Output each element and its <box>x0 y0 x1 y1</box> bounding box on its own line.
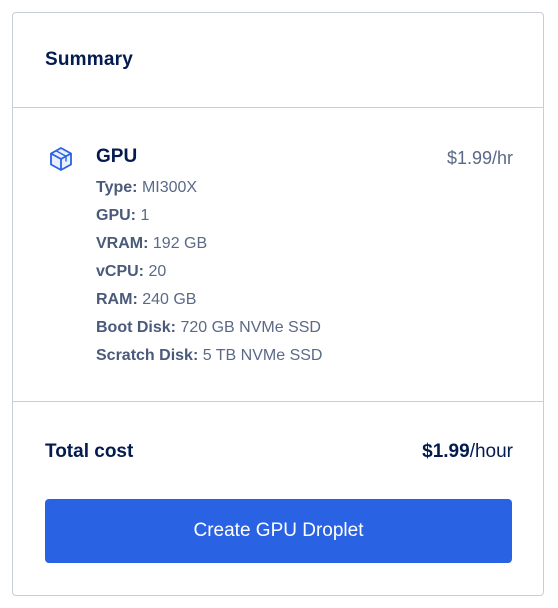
spec-item: RAM: 240 GB <box>96 290 322 318</box>
total-cost-value: $1.99/hour <box>422 441 513 463</box>
spec-value: 20 <box>148 263 167 280</box>
spec-item: Scratch Disk: 5 TB NVMe SSD <box>96 346 322 374</box>
create-gpu-droplet-button[interactable]: Create GPU Droplet <box>45 499 512 563</box>
item-title: GPU <box>96 146 138 167</box>
spec-key: Boot Disk: <box>96 319 176 336</box>
spec-value: 5 TB NVMe SSD <box>202 347 323 364</box>
summary-title: Summary <box>45 49 133 70</box>
spec-item: VRAM: 192 GB <box>96 234 322 262</box>
spec-value: 720 GB NVMe SSD <box>180 319 321 336</box>
total-cost-label: Total cost <box>45 441 134 462</box>
spec-item: Boot Disk: 720 GB NVMe SSD <box>96 318 322 346</box>
item-price: $1.99/hr <box>446 148 513 168</box>
spec-key: vCPU: <box>96 263 145 280</box>
spec-value: 192 GB <box>152 235 208 252</box>
spec-key: Type: <box>96 179 138 196</box>
spec-list: Type: MI300X GPU: 1 VRAM: 192 GB vCPU: 2… <box>96 178 322 374</box>
spec-value: MI300X <box>141 179 198 196</box>
total-cost-amount: $1.99 <box>422 441 470 462</box>
spec-item: GPU: 1 <box>96 206 322 234</box>
spec-key: VRAM: <box>96 235 149 252</box>
cube-icon <box>48 146 74 172</box>
spec-value: 1 <box>140 207 150 224</box>
spec-value: 240 GB <box>142 291 197 308</box>
total-cost-unit: /hour <box>469 441 513 462</box>
spec-key: Scratch Disk: <box>96 347 199 364</box>
spec-item: vCPU: 20 <box>96 262 322 290</box>
spec-key: RAM: <box>96 291 138 308</box>
spec-item: Type: MI300X <box>96 178 322 206</box>
spec-key: GPU: <box>96 207 136 224</box>
